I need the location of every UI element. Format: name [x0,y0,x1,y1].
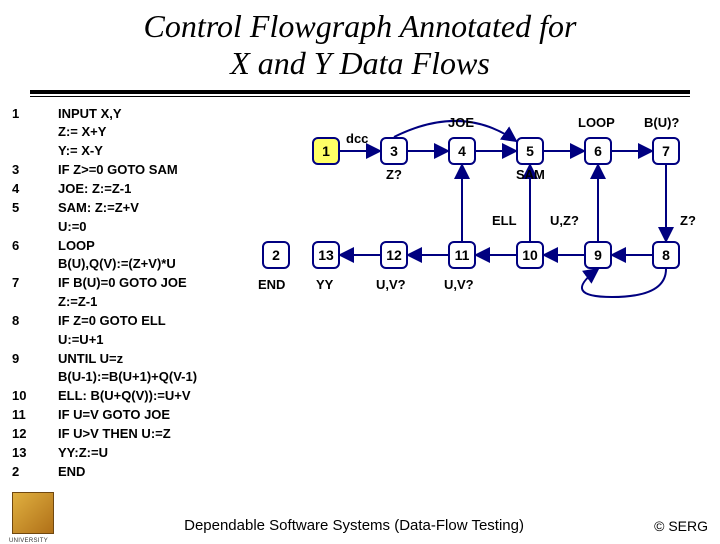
label-joe: JOE [448,115,474,130]
label-uv1: U,V? [376,277,406,292]
label-yy: YY [316,277,333,292]
label-bu: B(U)? [644,115,679,130]
node-11: 11 [448,241,476,269]
node-8: 8 [652,241,680,269]
footer-copyright: © SERG [654,518,708,534]
label-uz: U,Z? [550,213,579,228]
label-ell: ELL [492,213,517,228]
label-zq: Z? [386,167,402,182]
label-end: END [258,277,285,292]
node-4: 4 [448,137,476,165]
footer-caption: Dependable Software Systems (Data-Flow T… [54,517,654,534]
node-9: 9 [584,241,612,269]
node-5: 5 [516,137,544,165]
node-12: 12 [380,241,408,269]
title-divider [30,90,690,94]
node-13: 13 [312,241,340,269]
node-6: 6 [584,137,612,165]
title-line2: X and Y Data Flows [230,45,490,81]
node-2: 2 [262,241,290,269]
code-listing: 1INPUT X,Y Z:= X+Y Y:= X-Y 3IF Z>=0 GOTO… [12,105,197,482]
label-loop: LOOP [578,115,615,130]
label-zq2: Z? [680,213,696,228]
label-dcc: dcc [346,131,368,146]
node-10: 10 [516,241,544,269]
node-3: 3 [380,137,408,165]
node-1: 1 [312,137,340,165]
drexel-logo [12,492,54,534]
title-line1: Control Flowgraph Annotated for [144,8,577,44]
node-7: 7 [652,137,680,165]
label-sam: SAM [516,167,545,182]
label-uv2: U,V? [444,277,474,292]
flowgraph: 1 3 4 5 6 7 2 13 12 11 10 9 8 dcc JOE LO… [290,97,710,357]
